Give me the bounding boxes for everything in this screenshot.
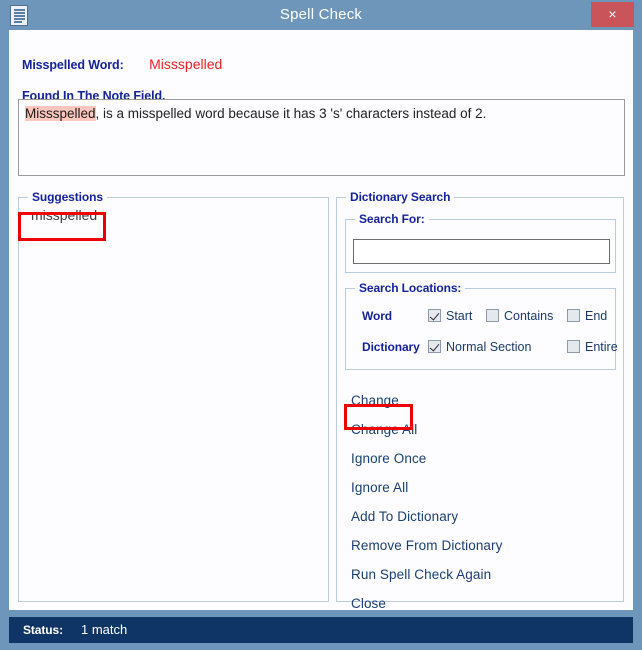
action-link-ignore-all[interactable]: Ignore All (345, 473, 616, 502)
checkbox-word-contains-box[interactable] (486, 309, 499, 322)
title-bar: Spell Check × (0, 0, 642, 30)
note-text-field[interactable]: Missspelled, is a misspelled word becaus… (18, 99, 625, 176)
note-highlighted-word: Missspelled (25, 106, 96, 121)
action-link-close[interactable]: Close (345, 589, 616, 618)
checkbox-dictionary-normal-section-label: Normal Section (446, 340, 532, 354)
suggestions-panel-title: Suggestions (28, 190, 107, 204)
dictionary-search-title: Dictionary Search (346, 190, 455, 204)
dialog-body: Misspelled Word: Missspelled Found In Th… (9, 30, 633, 611)
search-for-panel: Search For: (345, 212, 616, 273)
checkbox-dictionary-entire-box[interactable] (567, 340, 580, 353)
note-remaining-text: , is a misspelled word because it has 3 … (95, 106, 487, 121)
checkbox-dictionary-normal-section[interactable]: Normal Section (428, 336, 531, 358)
search-location-row-dictionary: Dictionary Normal Section Entire (346, 336, 618, 358)
misspelled-word-row: Misspelled Word: Missspelled (22, 56, 222, 72)
checkbox-word-end[interactable]: End (567, 305, 607, 327)
spell-check-window: Spell Check × Misspelled Word: Missspell… (0, 0, 642, 650)
checkbox-word-end-box[interactable] (567, 309, 580, 322)
action-link-ignore-once[interactable]: Ignore Once (345, 444, 616, 473)
checkbox-dictionary-entire[interactable]: Entire (567, 336, 618, 358)
search-input[interactable] (353, 239, 610, 264)
action-links-list: Change Change All Ignore Once Ignore All… (345, 386, 616, 618)
search-for-title: Search For: (355, 212, 429, 226)
search-location-row-word: Word Start Contains End (346, 305, 615, 327)
misspelled-word-label: Misspelled Word: (22, 58, 124, 72)
checkbox-word-contains[interactable]: Contains (486, 305, 553, 327)
search-locations-panel: Search Locations: Word Start Contains En… (345, 281, 618, 370)
action-link-change[interactable]: Change (345, 386, 616, 415)
status-label: Status: (23, 623, 63, 637)
dictionary-search-panel: Dictionary Search Search For: Search Loc… (336, 190, 624, 611)
suggestions-list[interactable]: misspelled (25, 204, 322, 595)
search-locations-title: Search Locations: (355, 281, 466, 295)
status-value: 1 match (81, 622, 128, 637)
action-link-add-to-dictionary[interactable]: Add To Dictionary (345, 502, 616, 531)
action-link-change-all[interactable]: Change All (345, 415, 616, 444)
misspelled-word-value: Missspelled (149, 56, 223, 72)
action-link-remove-from-dictionary[interactable]: Remove From Dictionary (345, 531, 616, 560)
checkbox-word-end-label: End (585, 309, 608, 323)
checkbox-word-start-label: Start (446, 309, 473, 323)
dictionary-row-label: Dictionary (362, 340, 420, 354)
close-button[interactable]: × (591, 2, 634, 27)
suggestions-panel: Suggestions misspelled (18, 190, 329, 602)
suggestion-item-misspelled[interactable]: misspelled (25, 204, 103, 226)
word-row-label: Word (362, 309, 393, 323)
checkbox-dictionary-entire-label: Entire (585, 340, 618, 354)
action-link-run-spell-check-again[interactable]: Run Spell Check Again (345, 560, 616, 589)
checkbox-dictionary-normal-section-box[interactable] (428, 340, 441, 353)
status-bar: Status: 1 match (9, 617, 633, 643)
checkbox-word-start[interactable]: Start (428, 305, 472, 327)
checkbox-word-contains-label: Contains (504, 309, 554, 323)
checkbox-word-start-box[interactable] (428, 309, 441, 322)
window-title: Spell Check (279, 6, 363, 23)
